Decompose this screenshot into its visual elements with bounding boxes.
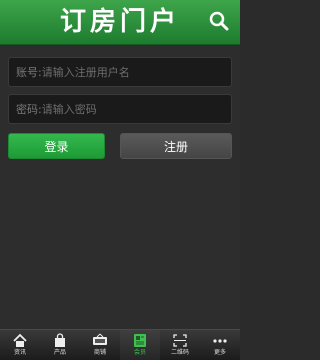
more-dots-icon [213, 339, 227, 343]
shopping-bag-icon [55, 333, 65, 347]
tab-news-label: 资讯 [13, 349, 26, 356]
bottom-tab-bar: 资讯 产品 商铺 会员 二维码 更多 [0, 329, 240, 360]
tab-qrcode-label: 二维码 [170, 349, 189, 356]
login-button[interactable]: 登录 [8, 133, 105, 159]
tab-products[interactable]: 产品 [40, 330, 80, 360]
page-title: 订房门户 [59, 7, 180, 37]
tab-products-label: 产品 [53, 349, 66, 356]
search-button[interactable] [206, 9, 232, 35]
tab-shops[interactable]: 商铺 [80, 330, 120, 360]
login-panel: 账号: 密码: 登录 注册 [0, 45, 240, 330]
shop-sign-icon [93, 333, 107, 345]
account-input[interactable] [41, 65, 231, 79]
password-field[interactable]: 密码: [8, 94, 232, 124]
tab-more-label: 更多 [213, 349, 226, 356]
tab-qrcode[interactable]: 二维码 [160, 330, 200, 360]
password-input[interactable] [41, 102, 231, 116]
password-label: 密码: [16, 103, 42, 116]
tab-member-label: 会员 [133, 349, 146, 356]
search-icon [209, 11, 229, 31]
register-button[interactable]: 注册 [120, 133, 232, 159]
member-card-icon [134, 334, 146, 347]
app-header: 订房门户 [0, 0, 240, 45]
qr-code-icon [173, 334, 187, 347]
account-label: 账号: [16, 66, 42, 79]
tab-more[interactable]: 更多 [200, 330, 240, 360]
home-icon [13, 333, 27, 347]
account-field[interactable]: 账号: [8, 57, 232, 87]
tab-shops-label: 商铺 [93, 349, 106, 356]
tab-news[interactable]: 资讯 [0, 330, 40, 360]
tab-member[interactable]: 会员 [120, 330, 160, 360]
